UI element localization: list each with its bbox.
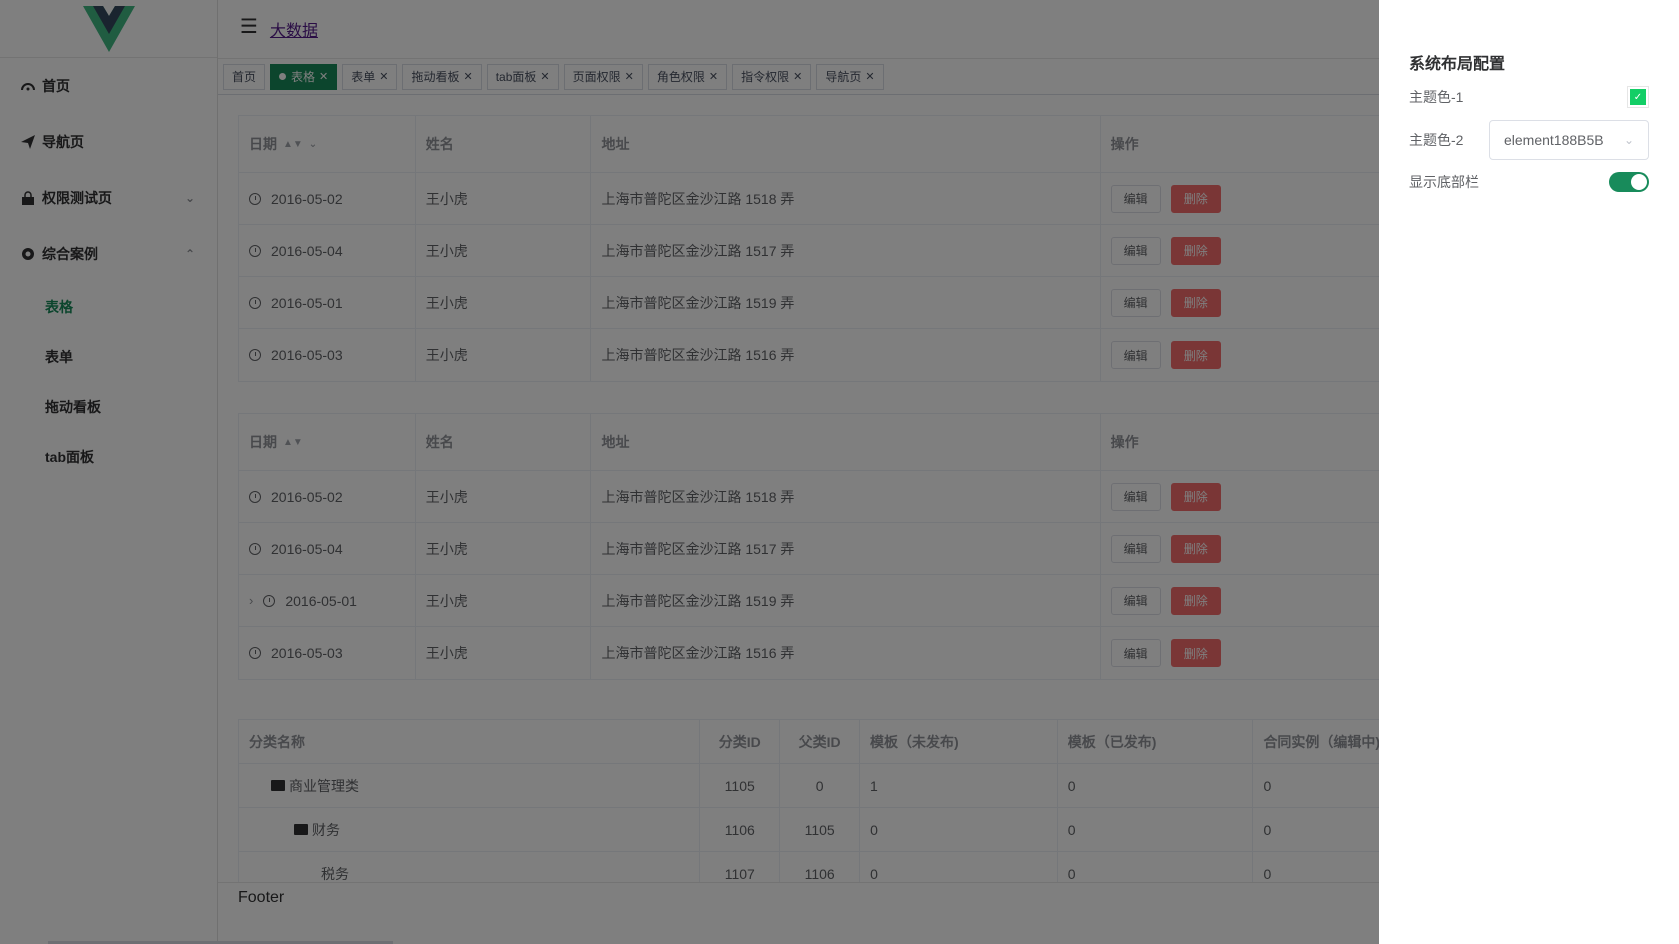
footer-toggle-switch[interactable] [1609, 172, 1649, 192]
check-icon: ✓ [1630, 89, 1646, 105]
theme-color-2-row: 主题色-2 element188B5B ⌄ [1409, 120, 1649, 160]
footer-toggle-label: 显示底部栏 [1409, 174, 1479, 190]
theme-color-2-label: 主题色-2 [1409, 132, 1464, 148]
theme-color-1-picker[interactable]: ✓ [1627, 86, 1649, 108]
footer-toggle-row: 显示底部栏 [1409, 172, 1649, 192]
theme-color-1-row: 主题色-1 ✓ [1409, 86, 1649, 108]
select-value: element188B5B [1504, 132, 1604, 148]
theme-color-1-label: 主题色-1 [1409, 89, 1464, 105]
settings-drawer: 系统布局配置 主题色-1 ✓ 主题色-2 element188B5B ⌄ 显示底… [1379, 0, 1679, 944]
chevron-down-icon: ⌄ [1623, 133, 1634, 147]
drawer-title: 系统布局配置 [1409, 56, 1506, 73]
theme-color-2-select[interactable]: element188B5B ⌄ [1489, 120, 1649, 160]
